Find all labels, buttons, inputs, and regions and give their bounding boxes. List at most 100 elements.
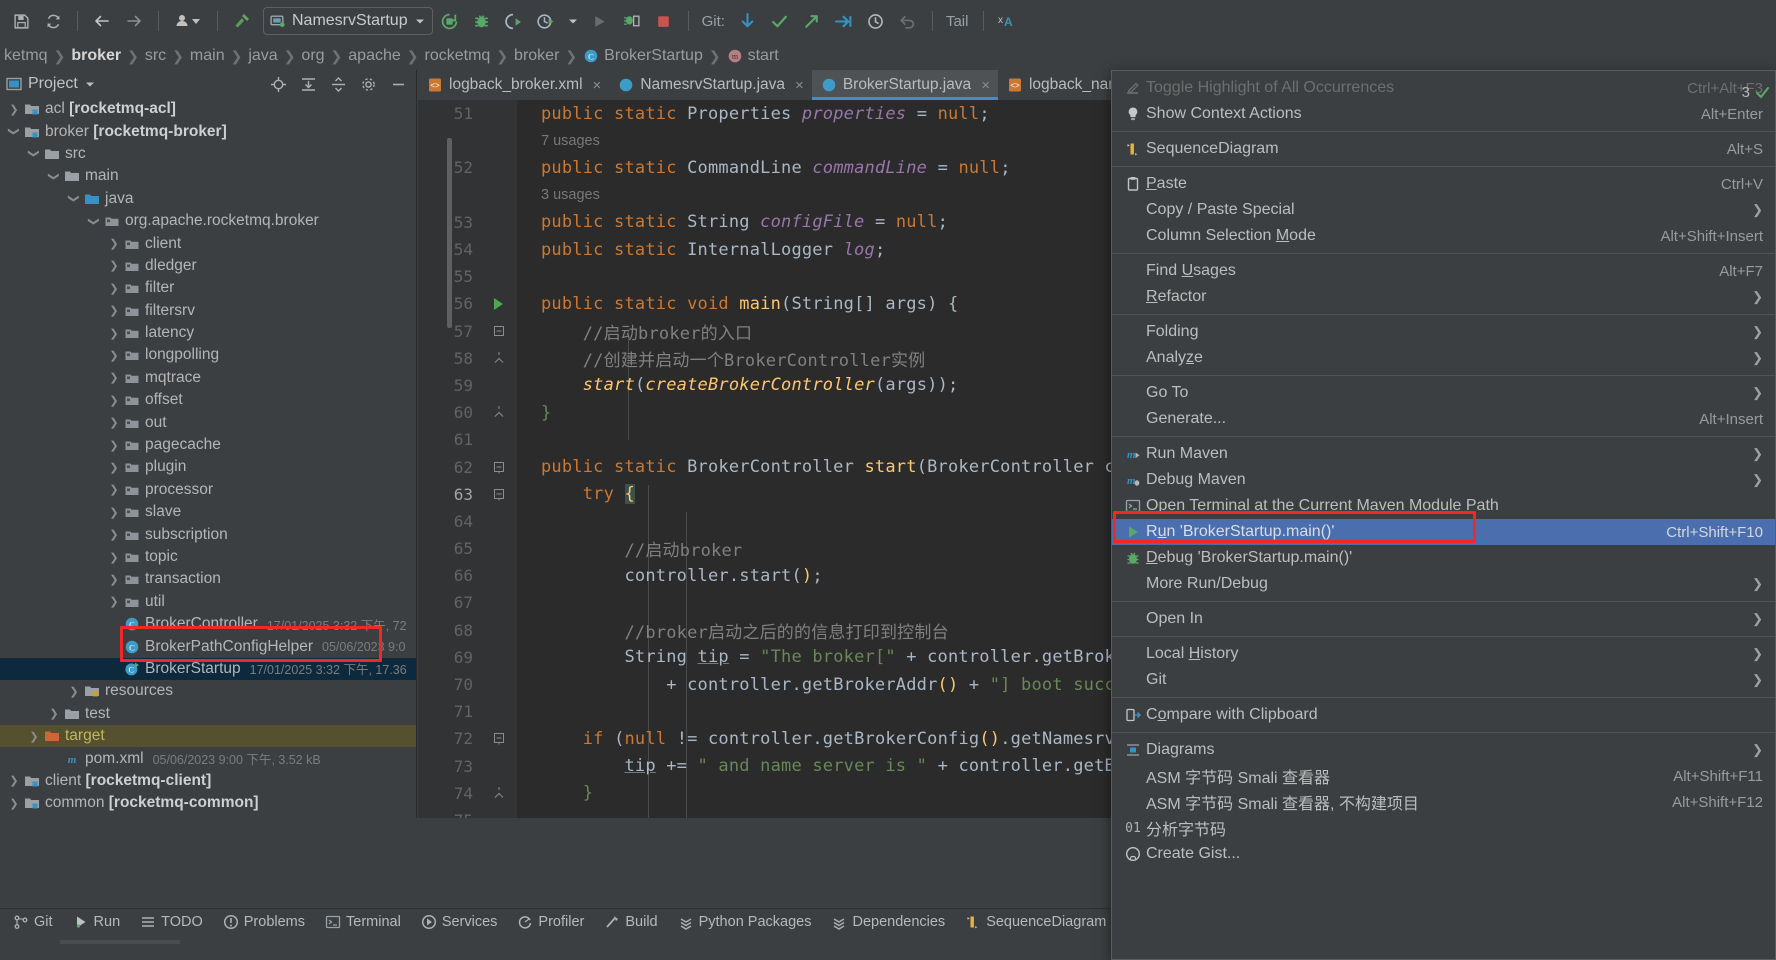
tree-node-pom.xml[interactable]: m pom.xml 05/06/2023 9:00 下午, 3.52 kB [0, 747, 416, 769]
usages-label[interactable]: 3 usages [517, 187, 600, 203]
chevron-right-icon[interactable]: ❯ [106, 528, 122, 541]
editor-tab-namesrvstartup-java[interactable]: NamesrvStartup.java × [609, 70, 812, 100]
menu-item-refactor[interactable]: Refactor ❯ [1112, 284, 1775, 310]
menu-item-show-context-actions[interactable]: Show Context Actions Alt+Enter [1112, 101, 1775, 127]
line-number[interactable]: 70 [418, 675, 480, 694]
hide-icon[interactable] [386, 73, 410, 95]
breadcrumb-item[interactable]: org [299, 47, 326, 65]
line-number[interactable]: 63 [418, 485, 480, 504]
expand-all-icon[interactable] [296, 73, 320, 95]
menu-item-find-usages[interactable]: Find Usages Alt+F7 [1112, 258, 1775, 284]
tree-node-client[interactable]: ❯ client [0, 232, 416, 254]
chevron-right-icon[interactable]: ❯ [106, 327, 122, 340]
menu-item-create-gist[interactable]: Create Gist... [1112, 841, 1775, 867]
menu-item-analyze[interactable]: Analyze ❯ [1112, 345, 1775, 371]
line-number[interactable]: 62 [418, 458, 480, 477]
tree-node-offset[interactable]: ❯ offset [0, 389, 416, 411]
chevron-right-icon[interactable]: ❯ [106, 551, 122, 564]
line-number[interactable]: 61 [418, 430, 480, 449]
breadcrumb-item[interactable]: ketmq [2, 47, 50, 65]
tree-node-test[interactable]: ❯ test [0, 703, 416, 725]
breadcrumb-item[interactable]: main [188, 47, 227, 65]
inspection-widget[interactable]: 3 [1742, 84, 1770, 101]
menu-item-run-maven[interactable]: m Run Maven ❯ [1112, 441, 1775, 467]
chevron-right-icon[interactable]: ❯ [46, 707, 62, 720]
toolwindow-python-packages[interactable]: Python Packages [669, 910, 821, 934]
breadcrumb-item[interactable]: broker [69, 47, 123, 65]
menu-item-sequencediagram[interactable]: SequenceDiagram Alt+S [1112, 136, 1775, 162]
toolwindow-build[interactable]: Build [595, 910, 666, 934]
menu-item-open-in[interactable]: Open In ❯ [1112, 606, 1775, 632]
tree-node-brokercontroller[interactable]: C BrokerController 17/01/2025 3:32 下午, 72 [0, 613, 416, 635]
tree-node-client[interactable]: ❯ client [rocketmq-client] [0, 770, 416, 792]
chevron-right-icon[interactable]: ❯ [106, 483, 122, 496]
tree-node-plugin[interactable]: ❯ plugin [0, 456, 416, 478]
tree-node-java[interactable]: ❯ java [0, 188, 416, 210]
toolwindow-profiler[interactable]: Profiler [508, 910, 593, 934]
chevron-right-icon[interactable]: ❯ [106, 304, 122, 317]
line-number[interactable]: 64 [418, 512, 480, 531]
menu-item-paste[interactable]: Paste Ctrl+V [1112, 171, 1775, 197]
toolwindow-problems[interactable]: Problems [214, 910, 314, 934]
tree-node-broker[interactable]: ❯ broker [rocketmq-broker] [0, 120, 416, 142]
profile-run-icon[interactable] [531, 6, 561, 36]
tree-node-pagecache[interactable]: ❯ pagecache [0, 434, 416, 456]
close-icon[interactable]: × [593, 77, 602, 94]
tree-node-config[interactable]: ❯config [0, 815, 416, 818]
line-number[interactable]: 51 [418, 104, 480, 123]
chevron-right-icon[interactable]: ❯ [26, 730, 42, 743]
line-number[interactable]: 55 [418, 267, 480, 286]
tree-node-latency[interactable]: ❯ latency [0, 322, 416, 344]
menu-item-generate[interactable]: Generate... Alt+Insert [1112, 406, 1775, 432]
tree-node-acl[interactable]: ❯ acl [rocketmq-acl] [0, 98, 416, 120]
chevron-right-icon[interactable]: ❯ [106, 573, 122, 586]
tree-node-brokerstartup[interactable]: C BrokerStartup 17/01/2025 3:32 下午, 17.36 [0, 657, 416, 681]
close-icon[interactable]: × [795, 77, 804, 94]
chevron-right-icon[interactable]: ❯ [106, 595, 122, 608]
tree-node-slave[interactable]: ❯ slave [0, 501, 416, 523]
breadcrumb-item[interactable]: apache [346, 47, 403, 65]
settings-gear-icon[interactable] [356, 73, 380, 95]
line-number[interactable]: 67 [418, 593, 480, 612]
editor-context-menu[interactable]: Toggle Highlight of All Occurrences Ctrl+… [1111, 70, 1776, 960]
line-number[interactable]: 58 [418, 349, 480, 368]
profile-dropdown-icon[interactable] [168, 6, 208, 36]
menu-item-more-run-debug[interactable]: More Run/Debug ❯ [1112, 571, 1775, 597]
menu-item-folding[interactable]: Folding ❯ [1112, 319, 1775, 345]
line-number[interactable]: 59 [418, 376, 480, 395]
toolwindow-dependencies[interactable]: Dependencies [822, 910, 954, 934]
breadcrumb-item[interactable]: rocketmq [423, 47, 493, 65]
attach-debug-icon[interactable] [617, 6, 647, 36]
run-configuration-selector[interactable]: NamesrvStartup [263, 7, 433, 35]
menu-item-go-to[interactable]: Go To ❯ [1112, 380, 1775, 406]
chevron-down-icon[interactable]: ❯ [68, 191, 81, 207]
tree-node-main[interactable]: ❯ main [0, 165, 416, 187]
chevron-down-icon[interactable]: ❯ [8, 124, 21, 140]
tree-node-mqtrace[interactable]: ❯ mqtrace [0, 367, 416, 389]
git-history-icon[interactable] [861, 6, 891, 36]
chevron-down-icon[interactable] [84, 79, 96, 89]
tree-node-topic[interactable]: ❯ topic [0, 546, 416, 568]
chevron-right-icon[interactable]: ❯ [106, 416, 122, 429]
tree-node-brokerpathconfighelper[interactable]: C BrokerPathConfigHelper 05/06/2023 9:0 [0, 635, 416, 657]
menu-item-diagrams[interactable]: Diagrams ❯ [1112, 737, 1775, 763]
debug-icon[interactable] [467, 6, 497, 36]
toolwindow-todo[interactable]: TODO [131, 910, 212, 934]
tree-node-resources[interactable]: ❯ resources [0, 680, 416, 702]
collapse-all-icon[interactable] [326, 73, 350, 95]
gutter-run-icon[interactable] [480, 297, 517, 311]
tree-node-common[interactable]: ❯ common [rocketmq-common] [0, 792, 416, 814]
breadcrumb-item[interactable]: C BrokerStartup [581, 47, 705, 65]
chevron-right-icon[interactable]: ❯ [106, 282, 122, 295]
tree-node-longpolling[interactable]: ❯ longpolling [0, 344, 416, 366]
git-update-icon[interactable] [733, 6, 763, 36]
chevron-right-icon[interactable]: ❯ [106, 439, 122, 452]
tree-node-subscription[interactable]: ❯ subscription [0, 523, 416, 545]
tree-node-processor[interactable]: ❯ processor [0, 479, 416, 501]
breadcrumb-item[interactable]: m start [725, 47, 781, 65]
chevron-right-icon[interactable]: ❯ [106, 371, 122, 384]
line-number[interactable]: 53 [418, 213, 480, 232]
run-with-coverage-icon[interactable] [499, 6, 529, 36]
line-number[interactable]: 57 [418, 322, 480, 341]
forward-arrow-icon[interactable] [119, 6, 149, 36]
